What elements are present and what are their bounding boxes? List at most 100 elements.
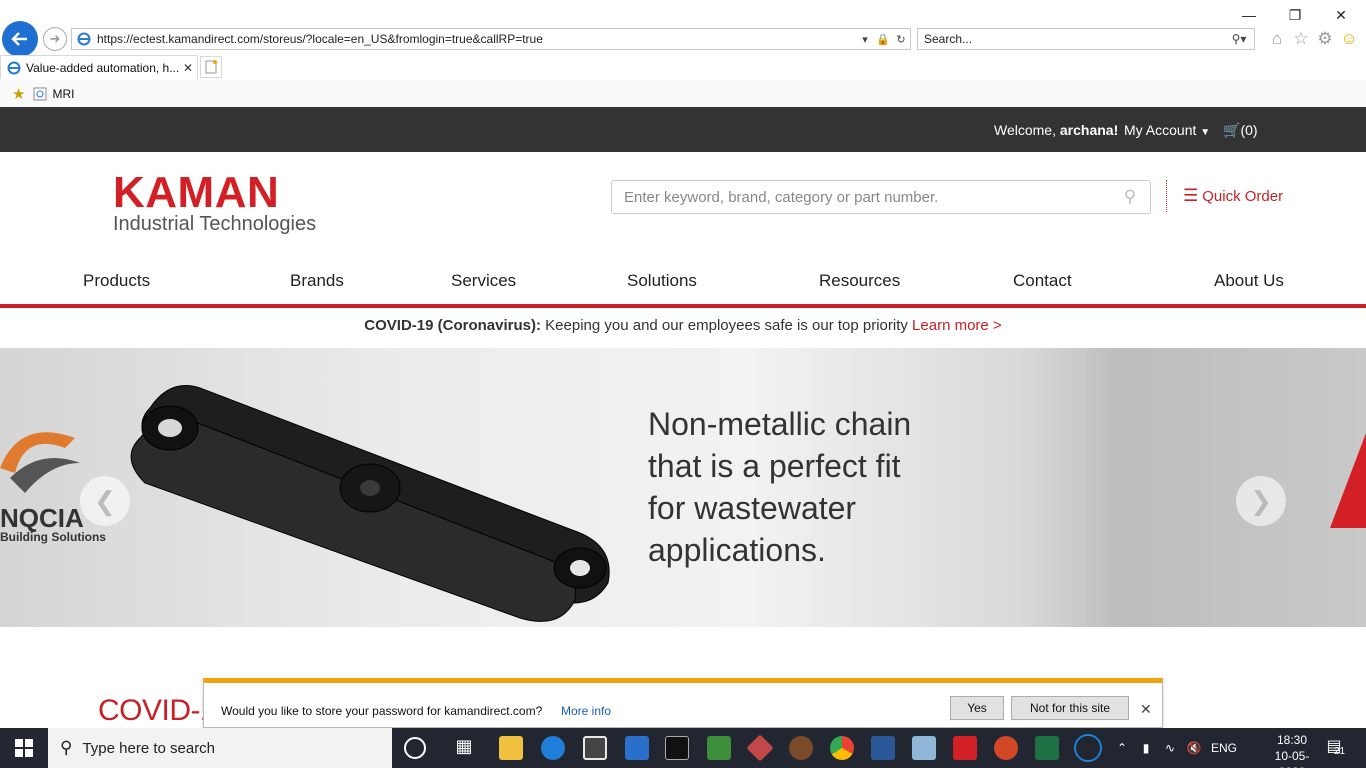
save-password-yes-button[interactable]: Yes (950, 696, 1004, 720)
quick-order-label[interactable]: Quick Order (1202, 188, 1283, 205)
nav-resources[interactable]: Resources (819, 271, 900, 291)
git-icon[interactable] (746, 734, 774, 762)
favorites-star-icon[interactable]: ☆ (1290, 28, 1312, 50)
main-nav: Products Brands Services Solutions Resou… (0, 258, 1366, 304)
carousel-next-button[interactable]: ❯ (1236, 476, 1286, 526)
covid-notice: COVID-19 (Coronavirus): Keeping you and … (0, 308, 1366, 348)
excel-icon[interactable] (1035, 736, 1059, 760)
ie-page-icon (77, 32, 91, 46)
cart-icon: 🛒 (1223, 122, 1241, 138)
search-icon[interactable]: ⚲▾ (1224, 32, 1254, 46)
new-tab-icon (205, 60, 217, 74)
back-button[interactable] (2, 21, 38, 57)
internet-explorer-icon[interactable] (1074, 734, 1102, 762)
acrobat-icon[interactable] (953, 736, 977, 760)
chevron-up-icon[interactable]: ⌃ (1110, 741, 1134, 755)
project-app-icon[interactable] (707, 736, 731, 760)
minimize-button[interactable]: — (1226, 4, 1272, 26)
close-window-button[interactable]: ✕ (1318, 4, 1364, 26)
forward-arrow-icon: ➜ (49, 31, 61, 46)
covid-notice-bold: COVID-19 (Coronavirus): (364, 317, 541, 334)
quick-order-link[interactable]: ☰ Quick Order (1183, 186, 1283, 206)
file-explorer-icon[interactable] (499, 736, 523, 760)
browser-search-box[interactable]: Search... ⚲▾ (917, 28, 1255, 50)
tab-title: Value-added automation, h... (26, 60, 179, 75)
volume-muted-icon[interactable]: 🔇 (1182, 741, 1206, 755)
nav-contact[interactable]: Contact (1013, 271, 1072, 291)
chrome-icon[interactable] (830, 736, 854, 760)
word-icon[interactable] (871, 736, 895, 760)
welcome-prefix: Welcome, (994, 122, 1060, 138)
not-for-this-site-button[interactable]: Not for this site (1011, 696, 1129, 720)
kaman-logo[interactable]: KAMAN (113, 168, 279, 218)
mail-icon[interactable] (625, 736, 649, 760)
logo-subtitle[interactable]: Industrial Technologies (113, 213, 316, 236)
back-arrow-icon (11, 32, 27, 46)
notes-app-icon[interactable] (912, 736, 936, 760)
cortana-icon[interactable] (404, 737, 426, 759)
banner-headline: Non-metallic chain that is a perfect fit… (648, 403, 911, 571)
divider (1166, 180, 1167, 212)
nav-services[interactable]: Services (451, 271, 516, 291)
url-text[interactable]: https://ectest.kamandirect.com/storeus/?… (97, 32, 856, 46)
language-indicator[interactable]: ENG (1206, 741, 1242, 755)
learn-more-link[interactable]: Learn more > (912, 317, 1002, 334)
edge-icon[interactable] (541, 736, 565, 760)
my-account-menu[interactable]: My Account ▼ (1124, 122, 1210, 138)
nav-about-us[interactable]: About Us (1214, 271, 1284, 291)
task-view-icon[interactable]: ▦ (452, 736, 476, 760)
smiley-feedback-icon[interactable]: ☺ (1338, 28, 1360, 50)
windows-taskbar: ⚲ Type here to search ▦ ⌃ ▮ ∿ 🔇 ENG 18:3… (0, 728, 1366, 768)
lock-icon[interactable]: 🔒 (874, 33, 892, 46)
favorites-bar: ★ MRI (0, 80, 1366, 107)
list-icon: ☰ (1183, 186, 1199, 205)
command-prompt-icon[interactable] (665, 736, 689, 760)
action-center-button[interactable]: ▤ 21 (1322, 736, 1346, 760)
store-icon[interactable] (583, 736, 607, 760)
address-bar[interactable]: https://ectest.kamandirect.com/storeus/?… (71, 28, 911, 50)
my-account-label[interactable]: My Account (1124, 122, 1196, 138)
search-placeholder[interactable]: Enter keyword, brand, category or part n… (624, 189, 1110, 206)
home-icon[interactable]: ⌂ (1266, 28, 1288, 50)
search-icon: ⚲ (60, 738, 73, 757)
chevron-left-icon: ❮ (94, 485, 116, 516)
nav-brands[interactable]: Brands (290, 271, 344, 291)
close-tab-icon[interactable]: ✕ (179, 61, 197, 75)
dropdown-icon[interactable]: ▾ (856, 33, 874, 46)
settings-gear-icon[interactable]: ⚙ (1314, 28, 1336, 50)
restore-button[interactable]: ❐ (1272, 4, 1318, 26)
favorite-label[interactable]: MRI (52, 87, 74, 101)
save-password-notification: Would you like to store your password fo… (203, 678, 1163, 728)
add-favorite-icon[interactable]: ★ (12, 85, 25, 103)
more-info-link[interactable]: More info (561, 704, 611, 718)
browser-search-placeholder[interactable]: Search... (924, 32, 1224, 46)
banner-line: that is a perfect fit (648, 448, 901, 484)
hero-carousel[interactable]: NQCIA Building Solutions Non-metallic ch… (0, 348, 1366, 627)
taskbar-search-placeholder[interactable]: Type here to search (82, 740, 215, 757)
cart-link[interactable]: 🛒(0) (1223, 122, 1258, 139)
favorite-item-mri[interactable]: MRI (33, 87, 74, 101)
clock[interactable]: 18:30 10-05-2020 (1262, 732, 1322, 768)
refresh-icon[interactable]: ↻ (892, 33, 910, 46)
powerpoint-icon[interactable] (994, 736, 1018, 760)
new-tab-button[interactable] (200, 56, 222, 78)
taskbar-search-box[interactable]: ⚲ Type here to search (48, 728, 392, 768)
forward-button[interactable]: ➜ (43, 27, 67, 51)
banner-line: Non-metallic chain (648, 406, 912, 442)
close-notification-icon[interactable]: ✕ (1140, 701, 1152, 718)
site-search-input[interactable]: Enter keyword, brand, category or part n… (611, 180, 1151, 214)
wifi-icon[interactable]: ∿ (1158, 741, 1182, 755)
partner-logo-subtext: Building Solutions (0, 530, 106, 544)
carousel-prev-button[interactable]: ❮ (80, 476, 130, 526)
start-button[interactable] (0, 728, 48, 768)
browser-tab[interactable]: Value-added automation, h... ✕ (0, 55, 198, 79)
gear-app-icon[interactable] (789, 736, 813, 760)
clock-time: 18:30 (1276, 733, 1308, 747)
cart-count[interactable]: (0) (1240, 122, 1257, 138)
nav-products[interactable]: Products (83, 271, 150, 291)
nav-solutions[interactable]: Solutions (627, 271, 697, 291)
search-icon[interactable]: ⚲ (1110, 187, 1150, 207)
banner-line: for wastewater (648, 490, 857, 526)
battery-icon[interactable]: ▮ (1134, 741, 1158, 755)
password-prompt-text: Would you like to store your password fo… (221, 704, 543, 718)
